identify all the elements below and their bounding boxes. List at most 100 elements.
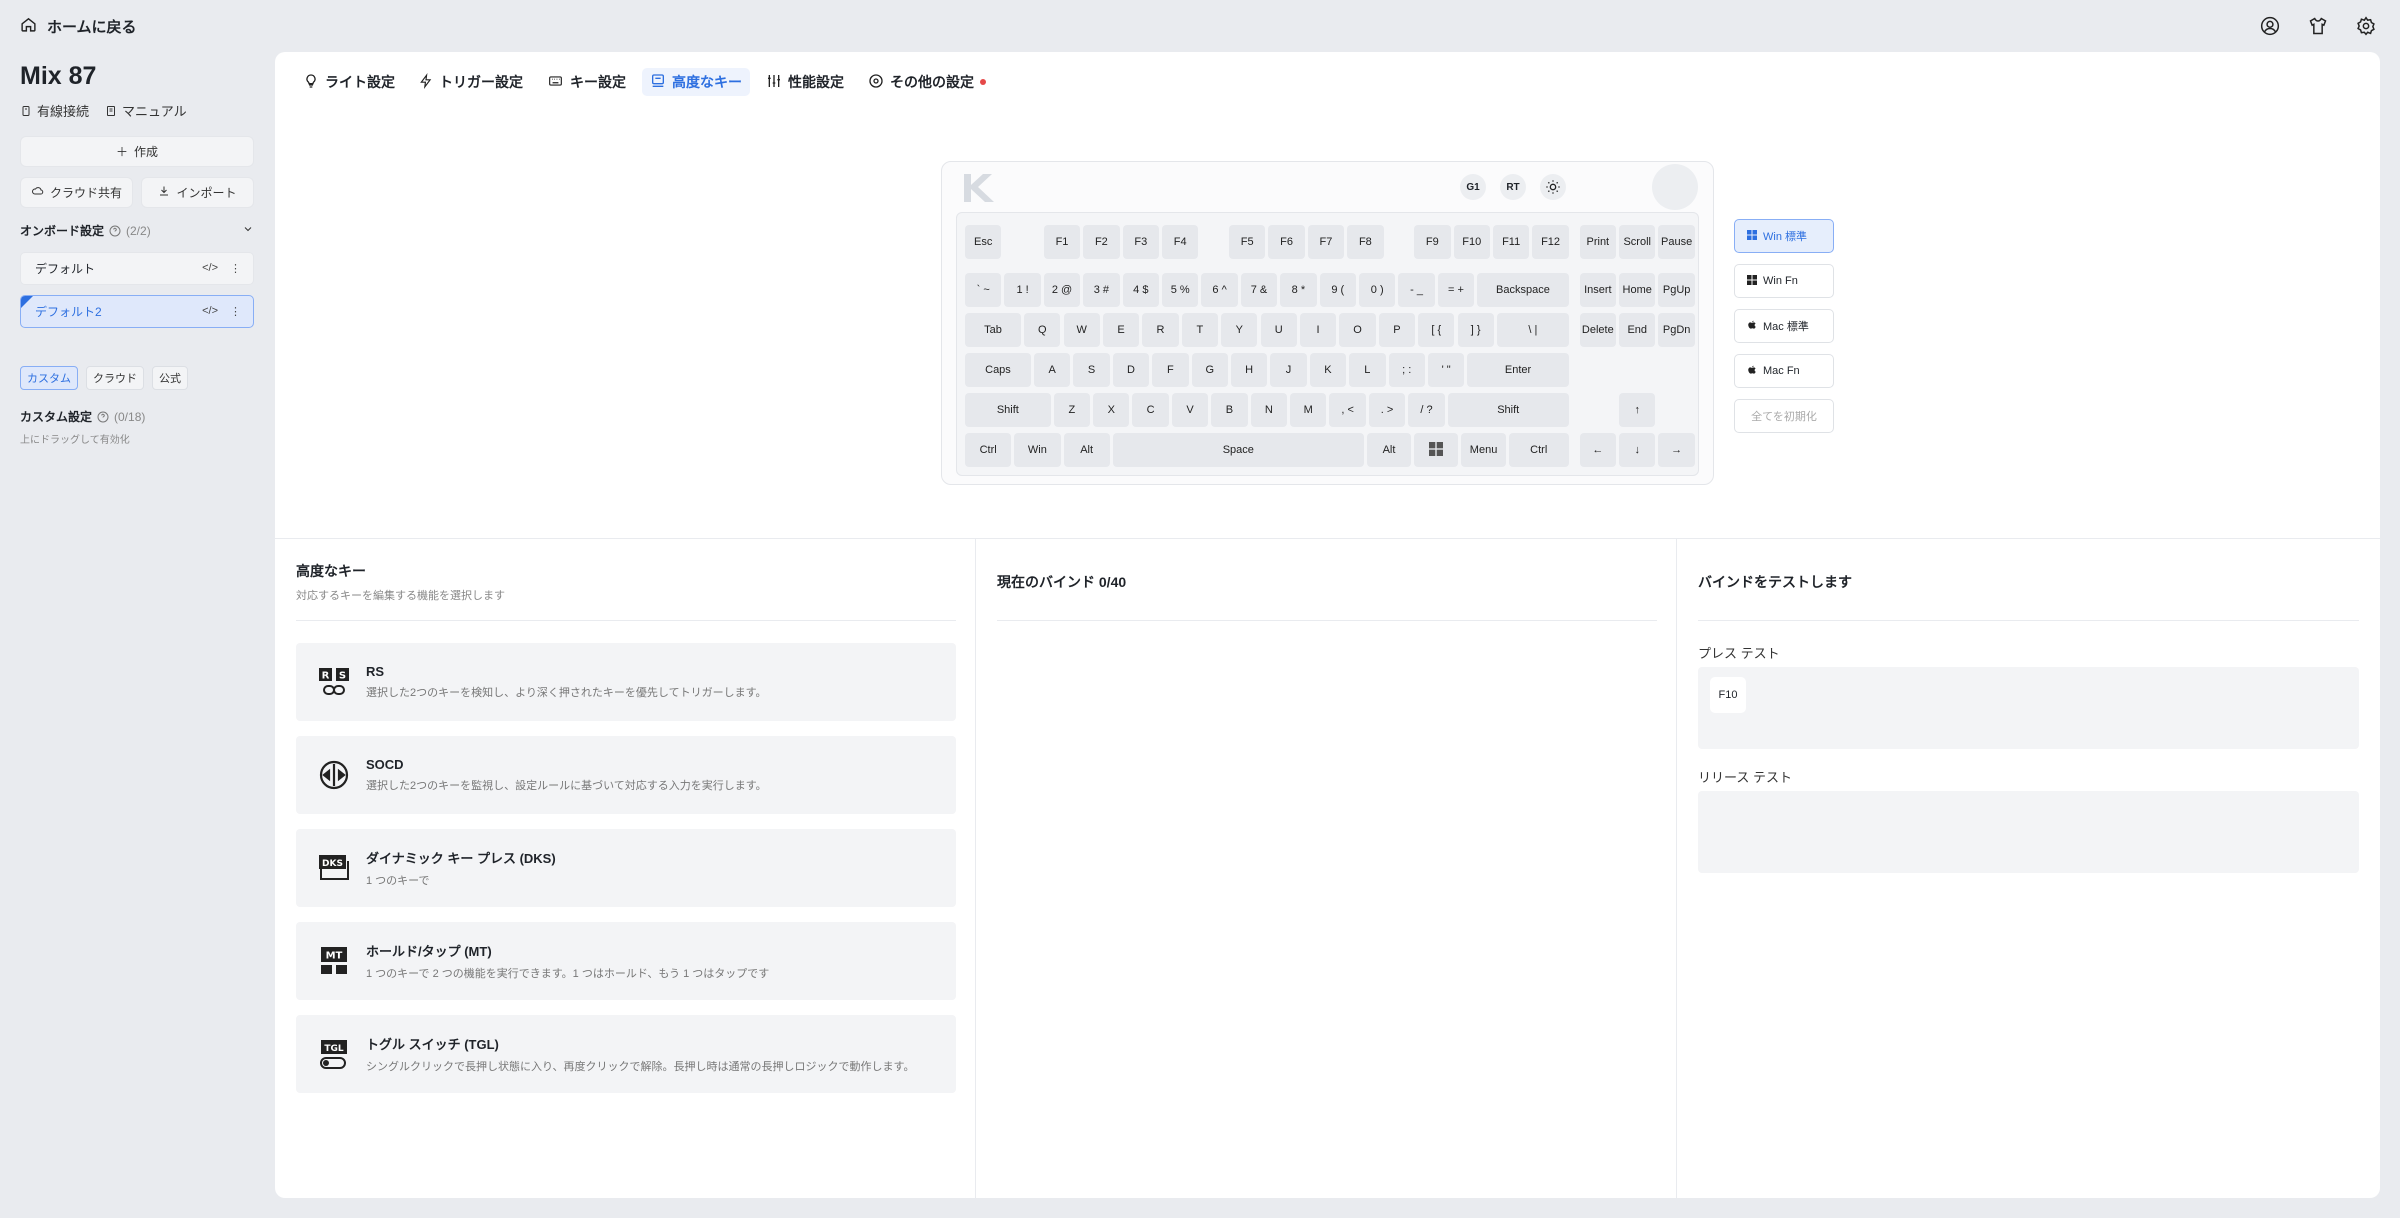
key[interactable]: 1 ! [1004,273,1041,307]
key[interactable]: , < [1329,393,1366,427]
profile-item-default2[interactable]: デフォルト2 </> ⋮ [20,295,254,328]
key[interactable]: ↑ [1619,393,1656,427]
key[interactable]: / ? [1408,393,1445,427]
layer-win-standard[interactable]: Win 標準 [1734,219,1834,253]
key[interactable]: F9 [1414,225,1451,259]
tab-performance[interactable]: 性能設定 [758,68,852,96]
key[interactable]: F10 [1453,225,1490,259]
more-vertical-icon[interactable]: ⋮ [230,262,241,275]
key[interactable]: B [1211,393,1248,427]
key[interactable]: → [1658,433,1695,467]
key[interactable]: Enter [1467,353,1569,387]
key[interactable]: F5 [1228,225,1266,259]
tab-key[interactable]: キー設定 [539,68,634,96]
key[interactable]: = + [1437,273,1475,307]
key[interactable]: End [1619,313,1656,347]
key[interactable]: Esc [965,225,1002,259]
brightness-sun-icon[interactable] [1540,174,1566,200]
key[interactable]: 2 @ [1043,273,1081,307]
key[interactable]: 6 ^ [1201,273,1238,307]
key[interactable]: Home [1619,273,1656,307]
press-test-area[interactable]: F10 [1698,667,2359,749]
key[interactable]: 3 # [1083,273,1120,307]
key[interactable]: ] } [1457,313,1494,347]
help-icon[interactable] [97,411,109,423]
reset-all-button[interactable]: 全てを初期化 [1734,399,1834,433]
rt-control[interactable]: RT [1500,174,1526,200]
advanced-item-socd[interactable]: SOCD 選択した2つのキーを監視し、設定ルールに基づいて対応する入力を実行しま… [296,736,956,814]
create-button[interactable]: ＋ 作成 [20,136,254,167]
key[interactable]: \ | [1496,313,1569,347]
layer-mac-standard[interactable]: Mac 標準 [1734,309,1834,343]
key[interactable]: Shift [965,393,1051,427]
tab-light[interactable]: ライト設定 [295,68,403,96]
layer-win-fn[interactable]: Win Fn [1734,264,1834,298]
key[interactable]: 8 * [1280,273,1317,307]
key[interactable]: O [1339,313,1376,347]
user-icon[interactable] [2258,14,2282,38]
key[interactable]: X [1093,393,1130,427]
key[interactable]: J [1270,353,1307,387]
key[interactable]: Y [1221,313,1258,347]
key[interactable]: D [1112,353,1150,387]
key[interactable]: M [1290,393,1327,427]
profile-item-default[interactable]: デフォルト </> ⋮ [20,252,254,285]
key[interactable]: E [1102,313,1140,347]
key[interactable]: T [1181,313,1219,347]
advanced-item-mt[interactable]: MT ホールド/タップ (MT) 1 つのキーで 2 つの機能を実行できます。1… [296,922,956,1000]
key[interactable]: F1 [1043,225,1081,259]
tab-trigger[interactable]: トリガー設定 [411,68,531,96]
key[interactable]: A [1033,353,1071,387]
key[interactable]: Delete [1579,313,1617,347]
key[interactable]: F11 [1492,225,1530,259]
key[interactable]: Space [1112,433,1364,467]
key[interactable]: C [1132,393,1169,427]
more-vertical-icon[interactable]: ⋮ [230,305,241,318]
key[interactable]: - _ [1398,273,1435,307]
tag-custom[interactable]: カスタム [20,366,78,390]
key[interactable]: Backspace [1477,273,1569,307]
code-icon[interactable]: </> [202,305,218,318]
key[interactable]: . > [1368,393,1406,427]
key[interactable]: Scroll [1619,225,1656,259]
code-icon[interactable]: </> [202,262,218,275]
layer-mac-fn[interactable]: Mac Fn [1734,354,1834,388]
cloud-share-button[interactable]: クラウド共有 [20,177,133,208]
key[interactable]: 7 & [1240,273,1278,307]
key[interactable]: PgUp [1658,273,1695,307]
key[interactable]: Ctrl [965,433,1012,467]
key[interactable]: 9 ( [1319,273,1356,307]
key[interactable]: L [1349,353,1386,387]
key[interactable]: 4 $ [1122,273,1159,307]
key[interactable]: Alt [1063,433,1110,467]
key[interactable]: V [1171,393,1209,427]
key[interactable]: Alt [1366,433,1412,467]
key-windows-logo[interactable] [1414,433,1459,467]
chevron-down-icon[interactable] [242,223,254,238]
key[interactable]: S [1073,353,1110,387]
key[interactable]: F4 [1162,225,1199,259]
tab-advanced-key[interactable]: 高度なキー [642,68,750,96]
key[interactable]: PgDn [1658,313,1695,347]
key[interactable]: F2 [1083,225,1120,259]
volume-knob[interactable] [1652,164,1698,210]
key[interactable]: ` ~ [965,273,1002,307]
key[interactable]: F12 [1532,225,1569,259]
settings-gear-icon[interactable] [2354,14,2378,38]
key[interactable]: F8 [1347,225,1384,259]
key[interactable]: Q [1024,313,1061,347]
key[interactable]: I [1299,313,1337,347]
key[interactable]: Win [1014,433,1061,467]
key[interactable]: K [1309,353,1347,387]
advanced-item-dks[interactable]: DKS ダイナミック キー プレス (DKS) 1 つのキーで [296,829,956,907]
key[interactable]: Insert [1579,273,1617,307]
key[interactable]: F7 [1307,225,1345,259]
key[interactable]: G [1191,353,1228,387]
key[interactable]: Z [1053,393,1091,427]
key[interactable]: Ctrl [1508,433,1569,467]
help-icon[interactable] [109,225,121,237]
key[interactable]: F6 [1268,225,1305,259]
key[interactable]: ; : [1388,353,1425,387]
key[interactable]: P [1378,313,1416,347]
key[interactable]: ' " [1427,353,1465,387]
